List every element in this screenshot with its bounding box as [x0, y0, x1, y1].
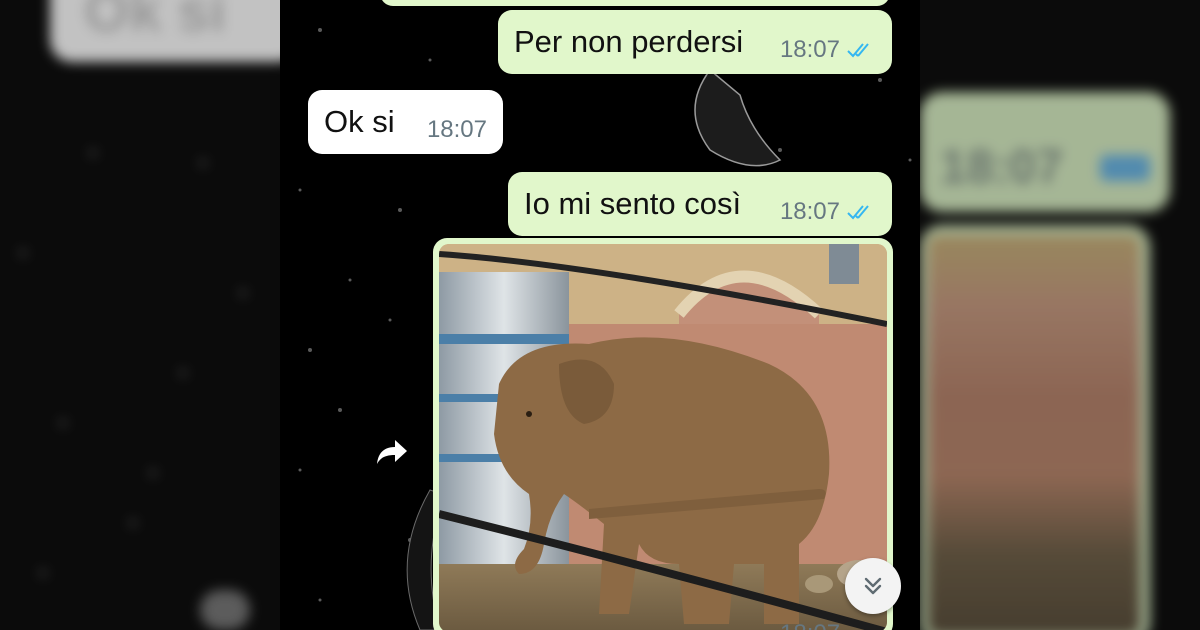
blurred-ticks: [1100, 155, 1150, 181]
elephant-photo: [439, 244, 887, 630]
forward-button[interactable]: [366, 426, 418, 478]
chat-panel[interactable]: Per non perdersi 18:07 Ok si 18:07 Io mi…: [280, 0, 920, 630]
message-text: Per non perdersi: [514, 24, 744, 59]
message-meta: 18:07: [780, 198, 876, 226]
left-blurred-background: Ok si: [0, 0, 280, 630]
message-time: 18:07: [426, 116, 487, 143]
image-message-bubble[interactable]: [433, 238, 893, 630]
message-image[interactable]: [439, 244, 887, 630]
image-message-time: 18:07: [780, 620, 840, 630]
blurred-forward-icon: [200, 590, 250, 630]
blurred-bubble-text: Ok si: [84, 0, 226, 44]
message-bubble-outgoing[interactable]: Io mi sento così 18:07: [508, 172, 892, 236]
right-blurred-background: 18:07: [920, 0, 1200, 630]
forward-arrow-icon: [377, 440, 407, 464]
message-text: Ok si: [324, 104, 395, 139]
double-check-icon: [847, 205, 869, 220]
double-check-icon: [847, 43, 869, 58]
previous-message-bubble: [380, 0, 890, 6]
message-meta: 18:07: [427, 116, 487, 144]
chevrons-down-icon: [864, 577, 882, 595]
message-bubble-incoming[interactable]: Ok si 18:07: [308, 90, 503, 154]
message-time: 18:07: [779, 36, 840, 63]
blurred-bubble-time: 18:07: [940, 141, 1063, 194]
message-time: 18:07: [779, 198, 840, 225]
message-text: Io mi sento così: [524, 186, 742, 221]
scroll-to-bottom-button[interactable]: [845, 558, 901, 614]
message-bubble-outgoing[interactable]: Per non perdersi 18:07: [498, 10, 892, 74]
message-meta: 18:07: [780, 36, 876, 64]
blurred-image: [928, 235, 1140, 630]
